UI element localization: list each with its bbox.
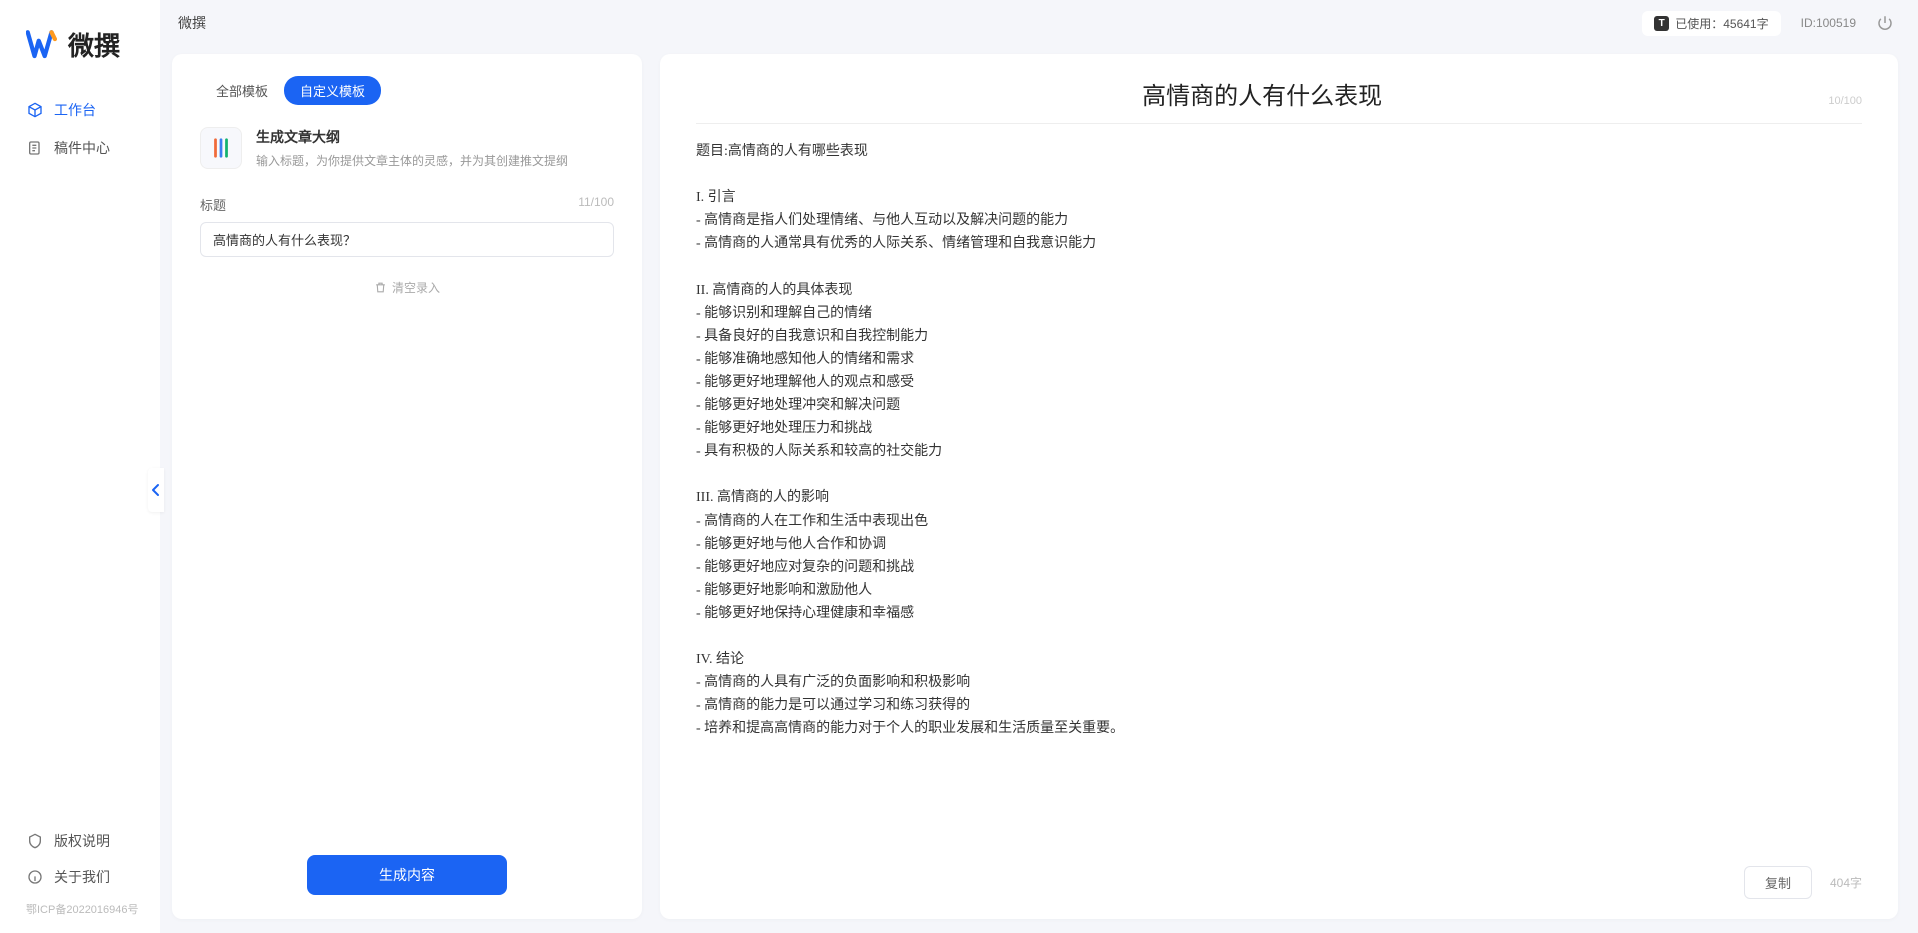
nav-label: 版权说明 xyxy=(54,831,110,851)
nav-label: 工作台 xyxy=(54,100,96,120)
user-id: ID:100519 xyxy=(1801,16,1856,30)
template-title: 生成文章大纲 xyxy=(256,127,568,147)
page-title: 微撰 xyxy=(178,13,206,33)
title-label: 标题 xyxy=(200,195,226,214)
nav-drafts[interactable]: 稿件中心 xyxy=(0,129,160,167)
output-footer: 复制 404字 xyxy=(696,854,1862,899)
template-tabs: 全部模板 自定义模板 xyxy=(200,76,614,105)
usage-prefix: 已使用： xyxy=(1675,15,1723,32)
title-input[interactable] xyxy=(200,222,614,257)
shield-icon xyxy=(26,832,44,850)
doc-list-icon xyxy=(26,139,44,157)
output-count-top: 10/100 xyxy=(1828,95,1862,107)
icp-text: 鄂ICP备2022016946号 xyxy=(0,895,160,917)
text-badge-icon: T xyxy=(1654,16,1669,31)
output-header: 高情商的人有什么表现 10/100 xyxy=(696,76,1862,124)
tab-custom-templates[interactable]: 自定义模板 xyxy=(284,76,381,105)
logo-icon xyxy=(26,30,60,60)
usage-value: 45641字 xyxy=(1723,15,1768,32)
title-form-row: 标题 11/100 xyxy=(200,195,614,257)
logo-text: 微撰 xyxy=(68,26,120,63)
sidebar: 微撰 工作台 稿件中心 版权说明 xyxy=(0,0,160,933)
nav-workbench[interactable]: 工作台 xyxy=(0,91,160,129)
template-card: 生成文章大纲 输入标题，为你提供文章主体的灵感，并为其创建推文提纲 xyxy=(200,127,614,169)
topbar: 微撰 T 已使用： 45641字 ID:100519 xyxy=(160,0,1918,46)
info-icon xyxy=(26,868,44,886)
output-char-count: 404字 xyxy=(1830,874,1862,891)
clear-input-button[interactable]: 清空录入 xyxy=(200,279,614,296)
nav-label: 稿件中心 xyxy=(54,138,110,158)
title-char-count: 11/100 xyxy=(578,195,614,214)
tab-all-templates[interactable]: 全部模板 xyxy=(200,76,284,105)
trash-icon xyxy=(374,281,388,295)
nav-copyright[interactable]: 版权说明 xyxy=(0,823,160,859)
main-nav: 工作台 稿件中心 xyxy=(0,91,160,823)
template-icon xyxy=(200,127,242,169)
output-body[interactable]: 题目:高情商的人有哪些表现 I. 引言 - 高情商是指人们处理情绪、与他人互动以… xyxy=(696,140,1862,854)
nav-about[interactable]: 关于我们 xyxy=(0,859,160,895)
template-desc: 输入标题，为你提供文章主体的灵感，并为其创建推文提纲 xyxy=(256,152,568,169)
power-icon[interactable] xyxy=(1876,14,1894,32)
generate-button[interactable]: 生成内容 xyxy=(307,855,507,895)
input-panel: 全部模板 自定义模板 生成文章大纲 输入标题，为你提供文章主体的灵感，并为其创建… xyxy=(172,54,642,919)
sidebar-collapse-handle[interactable] xyxy=(148,468,164,512)
cube-icon xyxy=(26,101,44,119)
app-logo: 微撰 xyxy=(0,18,160,91)
output-title: 高情商的人有什么表现 xyxy=(696,76,1828,111)
copy-button[interactable]: 复制 xyxy=(1744,866,1812,899)
output-panel: 高情商的人有什么表现 10/100 题目:高情商的人有哪些表现 I. 引言 - … xyxy=(660,54,1898,919)
clear-label: 清空录入 xyxy=(392,279,440,296)
sidebar-bottom: 版权说明 关于我们 鄂ICP备2022016946号 xyxy=(0,823,160,923)
usage-indicator[interactable]: T 已使用： 45641字 xyxy=(1642,11,1780,36)
nav-label: 关于我们 xyxy=(54,867,110,887)
